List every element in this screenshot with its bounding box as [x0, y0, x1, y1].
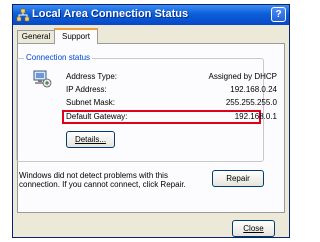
default-gateway-value: 192.168.0.1	[234, 112, 277, 121]
diagnostic-message: Windows did not detect problems with thi…	[19, 171, 186, 189]
help-button[interactable]: ?	[271, 7, 286, 22]
ip-address-label: IP Address:	[66, 85, 107, 94]
close-button-label: Close	[243, 224, 264, 233]
default-gateway-label: Default Gateway:	[66, 112, 128, 121]
tab-general[interactable]: General	[17, 30, 55, 43]
window-title: Local Area Connection Status	[32, 8, 189, 20]
title-bar[interactable]: Local Area Connection Status ?	[13, 5, 289, 25]
repair-button[interactable]: Repair	[212, 170, 264, 187]
subnet-mask-value: 255.255.255.0	[225, 98, 277, 107]
address-type-label: Address Type:	[66, 72, 117, 81]
network-connection-icon	[16, 8, 30, 22]
tab-support[interactable]: Support	[54, 28, 98, 44]
connection-status-icon	[33, 70, 52, 88]
details-button[interactable]: Details...	[66, 131, 115, 148]
ip-address-value: 192.168.0.24	[230, 85, 277, 94]
page: Local Area Connection Status ? General S…	[0, 0, 297, 242]
address-type-value: Assigned by DHCP	[208, 72, 277, 81]
close-button[interactable]: Close	[232, 220, 275, 237]
subnet-mask-label: Subnet Mask:	[66, 98, 115, 107]
details-button-label: Details...	[74, 135, 107, 144]
connection-status-label: Connection status	[24, 53, 93, 63]
